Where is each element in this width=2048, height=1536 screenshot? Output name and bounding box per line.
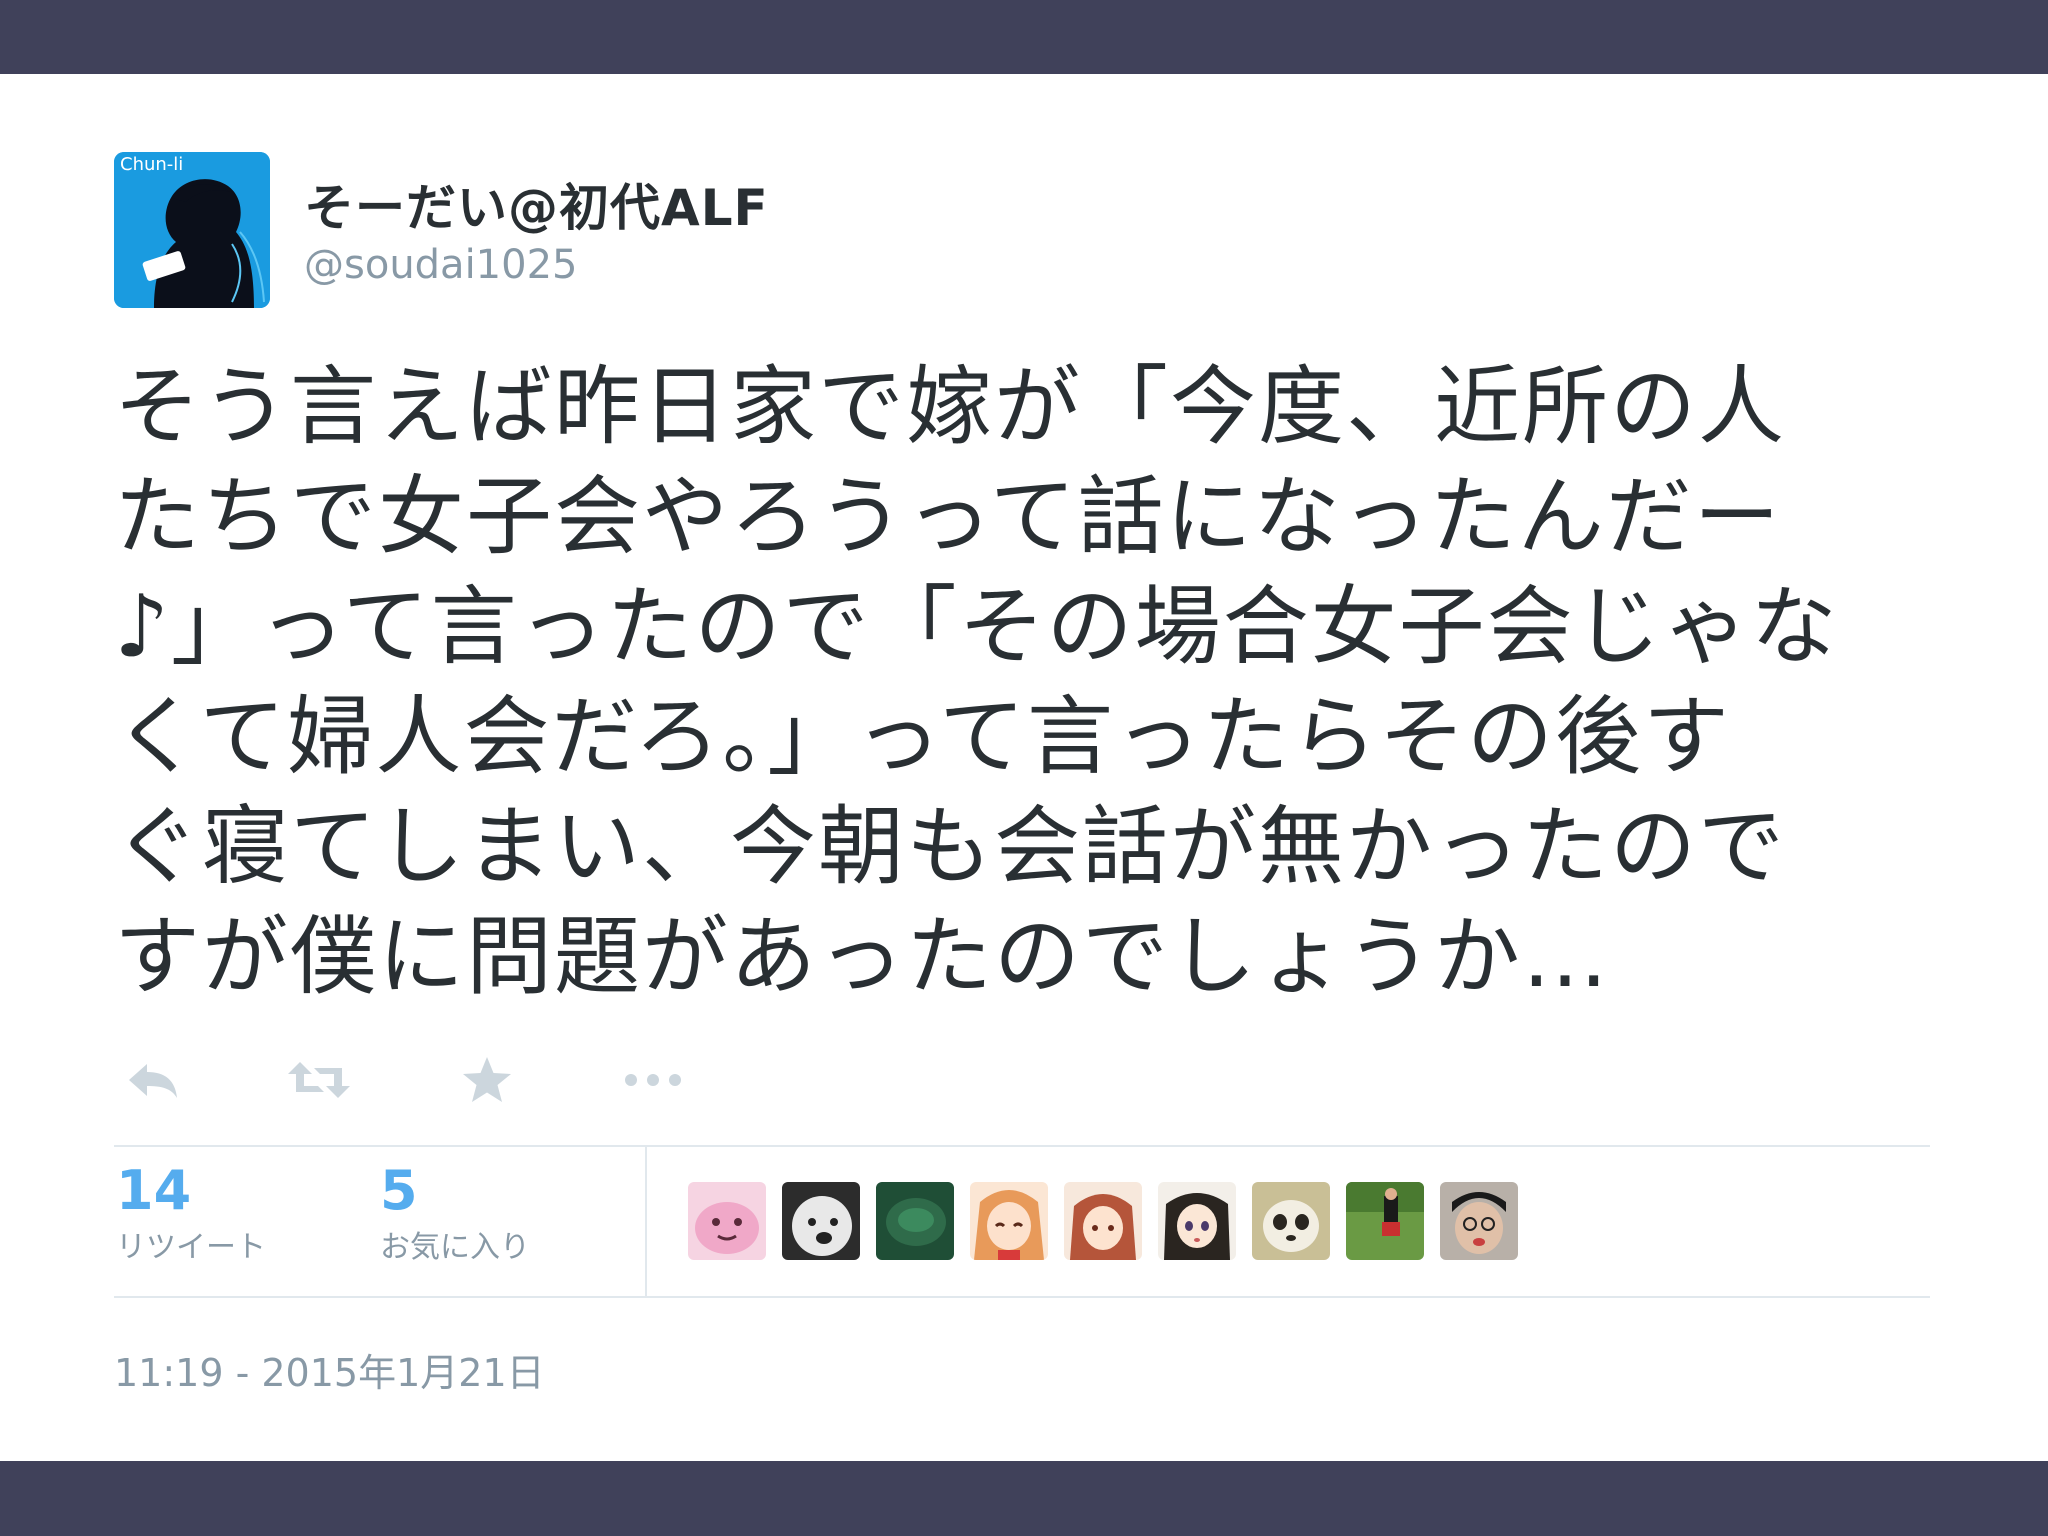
favoriter-avatar[interactable] [970, 1182, 1048, 1260]
display-name[interactable]: そーだい@初代ALF [304, 168, 769, 240]
stats-bottom-divider [114, 1296, 1930, 1298]
reply-icon [129, 1064, 177, 1098]
favoriter-avatar[interactable] [876, 1182, 954, 1260]
favoriter-avatar[interactable] [688, 1182, 766, 1260]
favoriter-avatar[interactable] [1252, 1182, 1330, 1260]
star-icon [463, 1057, 511, 1102]
favorite-label: お気に入り [380, 1230, 530, 1265]
tweet-text-line: すが僕に問題があったのでしょうか… [114, 907, 1610, 1007]
tweet-text-line: くて婦人会だろ。」って言ったらその後す [114, 687, 1731, 787]
anime-girl-orange-avatar [970, 1182, 1048, 1260]
bottom-frame-bar [0, 1461, 2048, 1536]
tweet-timestamp[interactable]: 11:19 - 2015年1月21日 [114, 1342, 545, 1397]
retweet-icon [288, 1062, 350, 1098]
reply-button[interactable] [118, 1050, 188, 1110]
favoriter-avatar[interactable] [1346, 1182, 1424, 1260]
stats-vertical-divider [645, 1147, 647, 1296]
ellipsis-icon [625, 1074, 681, 1086]
retweet-button[interactable] [284, 1050, 354, 1110]
top-frame-bar [0, 0, 2048, 74]
favoriter-avatar[interactable] [1158, 1182, 1236, 1260]
user-avatar[interactable]: Chun-li [114, 152, 270, 308]
white-dog-avatar [782, 1182, 860, 1260]
anime-girl-brown-hair-avatar [1064, 1182, 1142, 1260]
user-handle[interactable]: @soudai1025 [304, 242, 577, 288]
outdoor-figure-avatar [1346, 1182, 1424, 1260]
tweet-text-line: ♪」って言ったので「その場合女子会じゃな [114, 577, 1839, 677]
tweet-text-line: たちで女子会やろうって話になったんだー [114, 467, 1782, 567]
favorite-count: 5 [380, 1159, 418, 1222]
panda-avatar [1252, 1182, 1330, 1260]
favorite-button[interactable] [452, 1050, 522, 1110]
more-button[interactable] [618, 1050, 688, 1110]
retweet-label: リツイート [116, 1230, 266, 1265]
avatar-silhouette [114, 152, 270, 308]
stats-top-divider [114, 1145, 1930, 1147]
cartoon-face-avatar [1440, 1182, 1518, 1260]
tweet-text: そう言えば昨日家で嫁が「今度、近所の人 たちで女子会やろうって話になったんだー … [114, 352, 1934, 1012]
pink-character-avatar [688, 1182, 766, 1260]
avatar-label: Chun-li [120, 154, 184, 175]
tweet-text-line: ぐ寝てしまい、今朝も会話が無かったので [114, 797, 1786, 897]
favorite-stat[interactable]: 5 お気に入り [380, 1158, 530, 1268]
favoriter-avatar[interactable] [1440, 1182, 1518, 1260]
green-avatar [876, 1182, 954, 1260]
anime-girl-black-hair-avatar [1158, 1182, 1236, 1260]
favoriter-avatar[interactable] [1064, 1182, 1142, 1260]
favoriter-avatar[interactable] [782, 1182, 860, 1260]
retweet-stat[interactable]: 14 リツイート [116, 1158, 266, 1268]
tweet-actions [114, 1050, 814, 1110]
retweet-count: 14 [116, 1159, 192, 1222]
tweet-text-line: そう言えば昨日家で嫁が「今度、近所の人 [114, 357, 1786, 457]
